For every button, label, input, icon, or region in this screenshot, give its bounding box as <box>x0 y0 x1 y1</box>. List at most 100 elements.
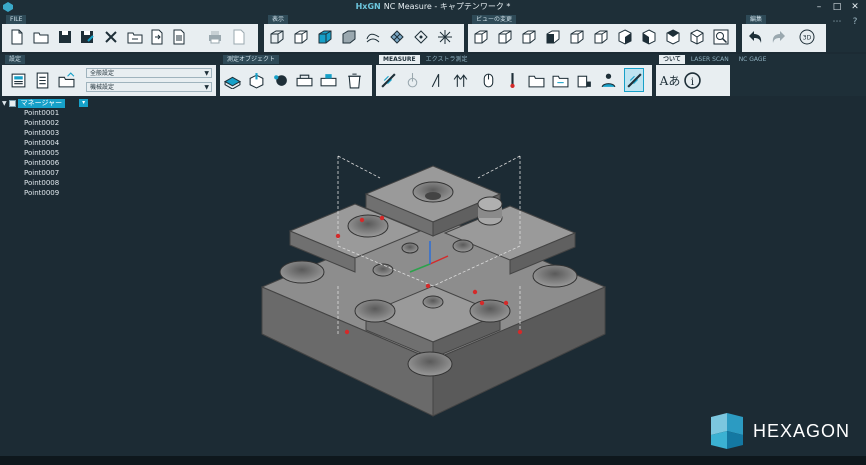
view-top-button[interactable] <box>640 26 658 48</box>
maximize-button[interactable]: □ <box>830 1 844 13</box>
measure-point[interactable] <box>479 300 485 306</box>
cube-view-icon <box>690 29 704 45</box>
measure-button-6[interactable] <box>502 68 522 92</box>
measure-object-button-1[interactable] <box>222 68 242 92</box>
view-left-button[interactable] <box>592 26 610 48</box>
view-bottom-button[interactable] <box>664 26 682 48</box>
folder-icon <box>33 32 49 44</box>
redo-button[interactable] <box>770 26 788 48</box>
close-button[interactable]: ✕ <box>848 1 862 13</box>
view-iso-1-button[interactable] <box>472 26 490 48</box>
measure-object-button-5[interactable] <box>318 68 338 92</box>
info-button[interactable]: i <box>682 68 702 92</box>
view-front-button[interactable] <box>544 26 562 48</box>
measure-button-2[interactable] <box>402 68 422 92</box>
tab-measure[interactable]: MEASURE <box>379 55 420 64</box>
undo-button[interactable] <box>746 26 764 48</box>
3d-view-button[interactable]: 3D <box>796 26 818 48</box>
save-button[interactable] <box>56 26 74 48</box>
view-back-button[interactable] <box>568 26 586 48</box>
about-group: ついて LASER SCAN NC GAGE Aあ i <box>656 54 866 96</box>
cube-shaded-icon <box>318 30 332 44</box>
import-button[interactable] <box>126 26 144 48</box>
settings-button-2[interactable] <box>32 68 52 92</box>
view-surface-button[interactable] <box>364 26 382 48</box>
delete-object-button[interactable] <box>344 68 364 92</box>
measure-button-11[interactable] <box>624 68 644 92</box>
measure-object-button-3[interactable] <box>270 68 290 92</box>
view-hidden-button[interactable] <box>292 26 310 48</box>
measure-button-1[interactable] <box>378 68 398 92</box>
measure-point[interactable] <box>503 300 509 306</box>
open-file-button[interactable] <box>32 26 50 48</box>
minimize-button[interactable]: – <box>812 1 826 13</box>
zoom-fit-button[interactable] <box>712 26 730 48</box>
view-sparkle-button[interactable] <box>436 26 454 48</box>
measure-point[interactable] <box>379 215 385 221</box>
print-button[interactable] <box>206 26 224 48</box>
tab-nc-gage[interactable]: NC GAGE <box>735 55 771 64</box>
measure-button-3[interactable] <box>426 68 446 92</box>
measure-button-8[interactable] <box>550 68 570 92</box>
cube-hidden-line-icon <box>294 30 308 44</box>
settings-document-icon <box>36 72 48 88</box>
hole-center-top <box>401 242 419 254</box>
measure-button-10[interactable] <box>598 68 618 92</box>
window-title-text: NC Measure - キャプテンワーク * <box>383 2 511 11</box>
view-wireframe-button[interactable] <box>268 26 286 48</box>
view-iso-2-button[interactable] <box>496 26 514 48</box>
document-list-icon <box>173 29 185 45</box>
measure-point[interactable] <box>517 329 523 335</box>
view-right-button[interactable] <box>616 26 634 48</box>
fixture-setup-icon <box>320 73 336 86</box>
view-shaded-button[interactable] <box>316 26 334 48</box>
view-custom-button[interactable] <box>688 26 706 48</box>
view-solid-button[interactable] <box>340 26 358 48</box>
delete-button[interactable] <box>102 26 120 48</box>
new-file-button[interactable] <box>8 26 26 48</box>
new-file-icon <box>11 29 23 45</box>
view-iso-3-button[interactable] <box>520 26 538 48</box>
document-export-icon <box>151 29 163 45</box>
document-button[interactable] <box>170 26 188 48</box>
cube-view-icon <box>498 30 512 44</box>
measure-group: MEASURE エクストラ測定 <box>376 54 652 96</box>
ribbon-options-button[interactable]: ⋯ <box>830 16 844 28</box>
page-setup-button[interactable] <box>230 26 248 48</box>
measure-button-9[interactable] <box>574 68 594 92</box>
about-tabs: ついて LASER SCAN NC GAGE <box>659 55 770 64</box>
measure-point[interactable] <box>425 283 431 289</box>
status-bar <box>0 456 866 465</box>
machine-settings-value: 機械設定 <box>90 84 115 91</box>
measure-point[interactable] <box>335 233 341 239</box>
tab-extra-measure[interactable]: エクストラ測定 <box>422 55 472 64</box>
view-mesh-button[interactable] <box>388 26 406 48</box>
general-settings-select[interactable]: 全般設定 ▼ <box>86 68 212 78</box>
tab-laser-scan[interactable]: LASER SCAN <box>687 55 733 64</box>
export-button[interactable] <box>148 26 166 48</box>
measure-point[interactable] <box>472 289 478 295</box>
machine-settings-select[interactable]: 機械設定 ▼ <box>86 82 212 92</box>
settings-button-3[interactable] <box>56 68 76 92</box>
view-points-button[interactable] <box>412 26 430 48</box>
measure-point[interactable] <box>359 217 365 223</box>
language-button[interactable]: Aあ <box>658 68 682 92</box>
window-title: HxGN NC Measure - キャプテンワーク * <box>0 1 866 12</box>
part-model[interactable] <box>0 96 866 456</box>
zoom-icon <box>713 29 729 45</box>
settings-button-1[interactable] <box>8 68 28 92</box>
measure-object-button-2[interactable] <box>246 68 266 92</box>
measure-object-group-label: 測定オブジェクト <box>223 55 280 64</box>
save-as-button[interactable] <box>78 26 96 48</box>
measure-button-7[interactable] <box>526 68 546 92</box>
cube-view-icon <box>474 30 488 44</box>
help-button[interactable]: ? <box>848 16 862 28</box>
probe-angle-icon <box>431 73 439 87</box>
measure-object-button-4[interactable] <box>294 68 314 92</box>
measure-button-4[interactable] <box>450 68 470 92</box>
measure-point[interactable] <box>344 329 350 335</box>
tab-about[interactable]: ついて <box>659 55 685 64</box>
measure-button-5[interactable] <box>478 68 498 92</box>
info-letter: i <box>690 74 694 87</box>
3d-viewport[interactable]: ▼ マネージャー ▾ Point0001 Point0002 Point0003… <box>0 96 866 456</box>
